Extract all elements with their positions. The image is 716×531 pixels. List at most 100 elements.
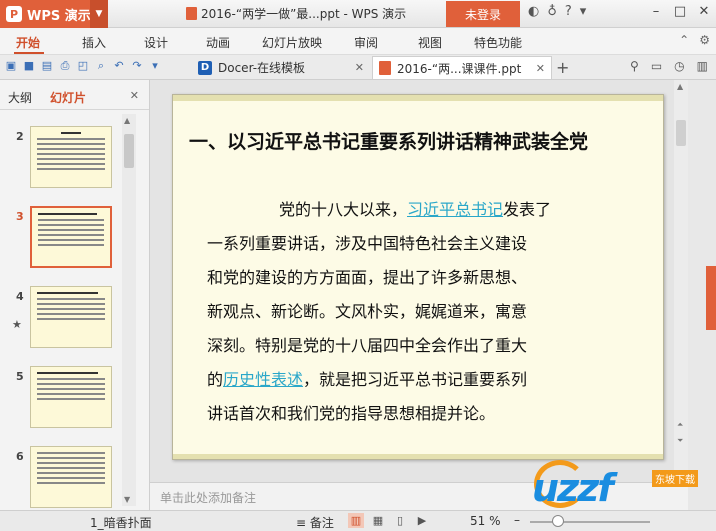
app-name: WPS 演示 [27,8,91,24]
titlebar-icons: ◐ ♁ ? ▾ [528,4,586,19]
tab-outline[interactable]: 大纲 [8,89,32,106]
zoom-slider-handle[interactable] [552,515,564,527]
zoom-level[interactable]: 51 % [470,514,501,528]
scroll-down-icon[interactable]: ▼ [124,495,130,504]
expand-ribbon-icon[interactable]: ⌃ [679,33,689,47]
skin-icon[interactable]: ◐ [528,4,539,19]
prev-slide-icon[interactable]: ⏶ [677,420,683,430]
status-bar: 1_暗香扑面 ≡ 备注 ▥ ▦ ▯ ▶ 51 % – [0,510,716,531]
menu-animation[interactable]: 动画 [206,34,230,51]
tab-docer-label: Docer-在线模板 [218,61,306,75]
tab-docer[interactable]: D Docer-在线模板 ✕ [192,56,370,79]
menu-insert[interactable]: 插入 [82,34,106,51]
next-slide-icon[interactable]: ⏷ [677,436,683,446]
task-pane-toggle[interactable] [706,266,716,330]
menu-design[interactable]: 设计 [144,34,168,51]
canvas-scrollbar[interactable]: ▲ ⏶ ⏷ [674,80,688,482]
body-text: 的 [207,370,224,389]
scroll-up-icon[interactable]: ▲ [124,116,130,125]
tab-close-icon[interactable]: ✕ [355,61,364,74]
menu-bar: 开始 插入 设计 动画 幻灯片放映 审阅 视图 特色功能 ⌃ ⚙ [0,28,716,55]
ppt-file-icon [379,61,391,75]
undo-icon[interactable]: ↶ [112,59,126,73]
tab-ppt-label: 2016-“两...课课件.ppt [397,61,522,76]
help-icon[interactable]: ? [565,4,572,19]
slide-thumbnail[interactable]: 6 [0,446,122,510]
hyperlink[interactable]: 历史性表述 [223,370,303,389]
body-line: 讲话首次和我们党的指导思想相提并论。 [207,404,496,423]
chevron-down-icon[interactable]: ▼ [90,0,108,28]
shirt-icon[interactable]: ♁ [547,4,557,19]
notes-placeholder: 单击此处添加备注 [160,491,257,505]
menu-slideshow[interactable]: 幻灯片放映 [262,34,322,51]
tab-bar: ▣ ■ ▤ ⎙ ◰ ⌕ ↶ ↷ ▾ D Docer-在线模板 ✕ 2016-“两… [0,55,716,80]
reading-view-icon[interactable]: ▯ [392,513,408,528]
menu-home[interactable]: 开始 [16,34,40,51]
slide-thumbnail[interactable]: 2 [0,126,122,190]
pin-icon[interactable]: ⚲ [630,59,639,73]
slide-preview [30,366,112,428]
body-text: 发表了 [503,200,552,219]
print-preview-icon[interactable]: ◰ [76,59,90,73]
slide-number: 3 [16,210,24,223]
right-sidebar [688,80,716,510]
slide-number: 6 [16,450,24,463]
save-icon[interactable]: ■ [22,59,36,73]
window-controls: – □ ✕ [644,0,716,26]
app-menu-button[interactable]: P WPS 演示 ▼ [0,0,108,28]
zoom-out-icon[interactable]: – [514,513,520,527]
zoom-slider[interactable] [530,521,650,523]
slide-preview [30,206,112,268]
slide-preview [30,446,112,508]
scroll-thumb[interactable] [124,134,134,168]
slide-canvas: 一、以习近平总书记重要系列讲话精神武装全党 党的十八大以来，习近平总书记发表了 … [150,80,688,482]
history-icon[interactable]: ◷ [674,59,684,73]
title-bar: P WPS 演示 ▼ 2016-“两学一做”最...ppt - WPS 演示 未… [0,0,716,28]
tab-slides[interactable]: 幻灯片 [50,89,86,106]
normal-view-icon[interactable]: ▥ [348,513,364,528]
login-button[interactable]: 未登录 [446,1,520,27]
export-icon[interactable]: ▤ [40,59,54,73]
hyperlink[interactable]: 习近平总书记 [407,200,503,219]
scroll-up-icon[interactable]: ▲ [677,82,683,91]
menu-right-icons: ⌃ ⚙ [679,33,710,47]
more-icon[interactable]: ▾ [580,4,587,19]
print-icon[interactable]: ⎙ [58,59,72,73]
slide-number: 2 [16,130,24,143]
redo-icon[interactable]: ↷ [130,59,144,73]
watermark-tag: 东坡下载 [652,470,698,487]
slide-thumbnail[interactable]: 5 [0,366,122,430]
qa-more-icon[interactable]: ▾ [148,59,162,73]
wps-logo-icon: P [6,6,22,22]
slide-thumbnail[interactable]: 4 ★ [0,286,122,350]
current-slide[interactable]: 一、以习近平总书记重要系列讲话精神武装全党 党的十八大以来，习近平总书记发表了 … [172,94,664,460]
menu-review[interactable]: 审阅 [354,34,378,51]
scroll-thumb[interactable] [676,120,686,146]
panel-icon[interactable]: ▥ [697,59,708,73]
open-folder-icon[interactable]: ▣ [4,59,18,73]
close-icon[interactable]: ✕ [692,0,716,26]
body-line: 新观点、新论断。文风朴实，娓娓道来，寓意 [207,302,528,321]
site-watermark: uzzf 东坡下载 [532,456,712,512]
minimize-icon[interactable]: – [644,0,668,26]
thumbnail-scrollbar[interactable]: ▲ ▼ [122,114,136,506]
settings-icon[interactable]: ⚙ [699,33,710,47]
body-line: 和党的建设的方方面面，提出了许多新思想、 [207,268,528,287]
ppt-file-icon [186,7,197,20]
tab-close-icon[interactable]: ✕ [536,62,545,75]
layout-icon[interactable]: ▭ [651,59,662,73]
slide-thumbnail[interactable]: 3 [0,206,122,270]
menu-view[interactable]: 视图 [418,34,442,51]
tab-ppt[interactable]: 2016-“两...课课件.ppt ✕ [372,56,552,79]
maximize-icon[interactable]: □ [668,0,692,26]
star-icon: ★ [12,318,22,331]
menu-features[interactable]: 特色功能 [474,34,522,51]
slide-title[interactable]: 一、以习近平总书记重要系列讲话精神武装全党 [189,127,588,154]
find-icon[interactable]: ⌕ [94,59,108,73]
sorter-view-icon[interactable]: ▦ [370,513,386,528]
slideshow-icon[interactable]: ▶ [414,513,430,528]
slide-body-text[interactable]: 党的十八大以来，习近平总书记发表了 一系列重要讲话，涉及中国特色社会主义建设 和… [207,193,647,431]
notes-toggle[interactable]: ≡ 备注 [296,514,334,531]
close-icon[interactable]: ✕ [130,89,139,102]
new-tab-button[interactable]: + [556,58,569,77]
